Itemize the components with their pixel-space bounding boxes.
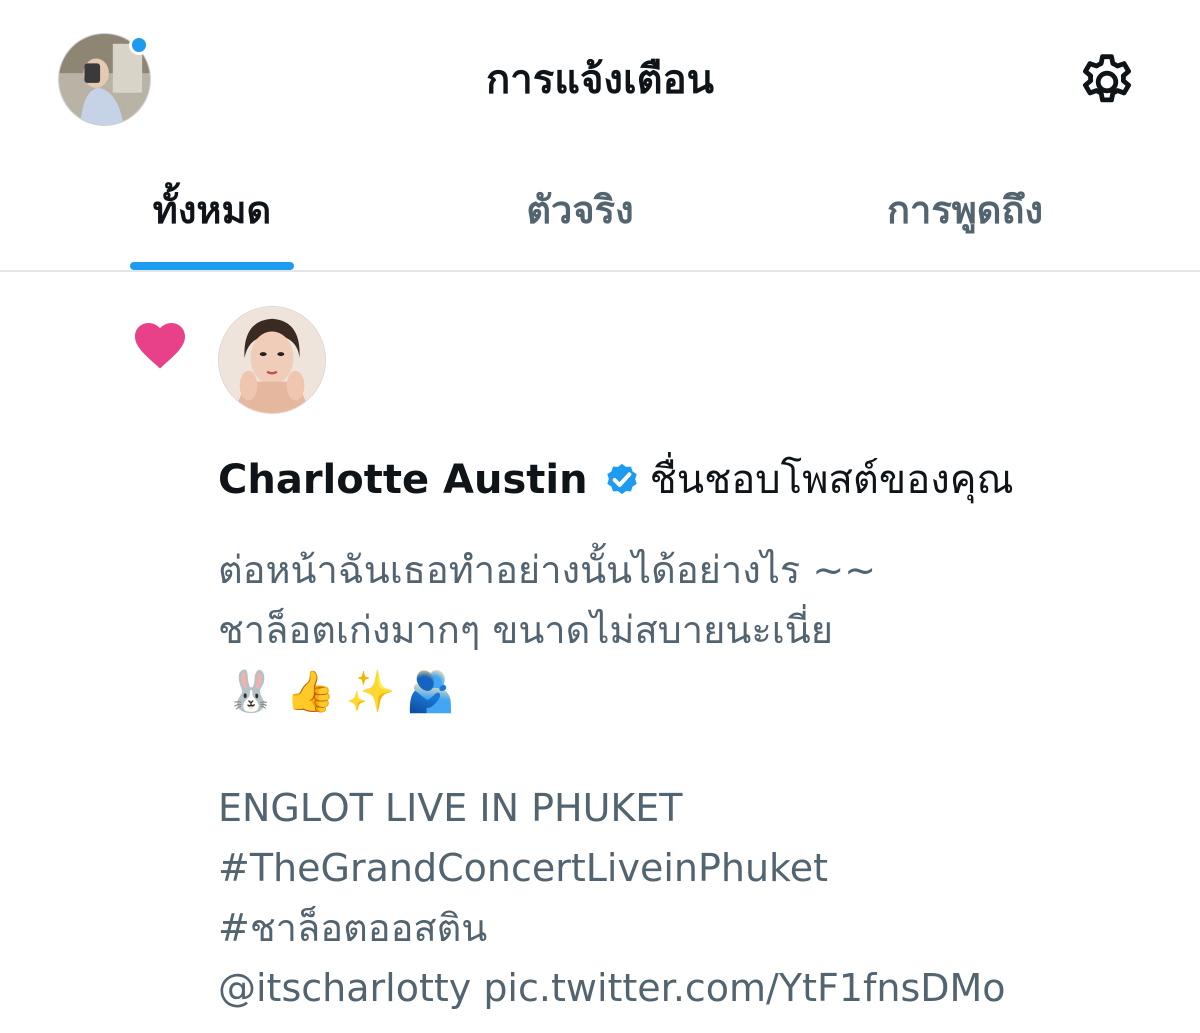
hug-emoji-icon: 🫂 (405, 669, 456, 715)
user-name-link[interactable]: Charlotte Austin (218, 457, 588, 503)
tweet-text-line: ต่อหน้าฉันเธอทำอย่างนั้นได้อย่างไร ~~ (218, 548, 877, 592)
tab-mentions[interactable]: การพูดถึง (840, 180, 1090, 240)
notification-action-text: ชื่นชอบโพสต์ของคุณ (649, 457, 1014, 503)
sparkles-emoji-icon: ✨ (345, 669, 396, 715)
tweet-text-line: ENGLOT LIVE IN PHUKET (218, 786, 683, 830)
header-bar: การแจ้งเตือน (0, 0, 1200, 150)
thumbs-up-emoji-icon: 👍 (285, 669, 336, 715)
settings-button[interactable] (1075, 50, 1139, 114)
tab-all[interactable]: ทั้งหมด (130, 180, 294, 240)
tab-bar: ทั้งหมด ตัวจริง การพูดถึง (0, 150, 1200, 272)
rabbit-emoji-icon: 🐰 (226, 669, 276, 715)
gear-icon (1083, 54, 1131, 103)
hashtag-link[interactable]: #TheGrandConcertLiveinPhuket (218, 838, 1178, 898)
mention-and-pic-link[interactable]: @itscharlotty pic.twitter.com/YtF1fnsDMo (218, 958, 1178, 1018)
tweet-emoji-row: 🐰 👍 ✨ 🫂 (218, 660, 1178, 724)
heart-icon (130, 315, 190, 371)
tweet-spacer (218, 724, 1178, 778)
notification-headline: Charlotte Austin ชื่นชอบโพสต์ของคุณ (218, 452, 1014, 508)
tweet-preview[interactable]: ต่อหน้าฉันเธอทำอย่างนั้นได้อย่างไร ~~ ชา… (218, 540, 1178, 1018)
tweet-text-line: ชาล็อตเก่งมากๆ ขนาดไม่สบายนะเนี่ย (218, 608, 834, 652)
active-tab-indicator (130, 262, 294, 270)
page-title: การแจ้งเตือน (486, 57, 714, 103)
hashtag-link[interactable]: #ชาล็อตออสติน (218, 898, 1178, 958)
verified-badge-icon (602, 459, 642, 499)
tab-verified[interactable]: ตัวจริง (470, 180, 690, 240)
user-avatar[interactable] (218, 306, 326, 414)
